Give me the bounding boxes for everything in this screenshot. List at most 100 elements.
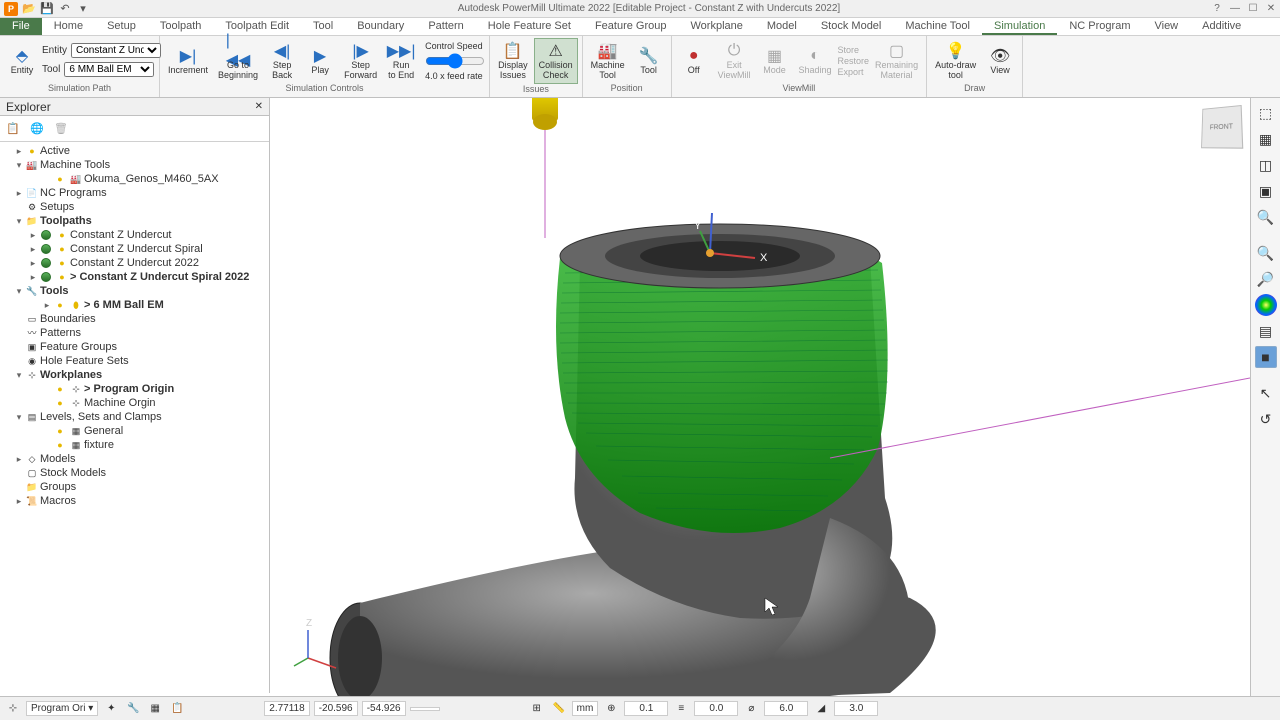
tab-workplane[interactable]: Workplane	[678, 18, 754, 35]
grid-icon[interactable]: ⊞	[528, 700, 546, 718]
node-stock[interactable]: Stock Models	[40, 466, 106, 480]
tab-nc-program[interactable]: NC Program	[1057, 18, 1142, 35]
maximize-button[interactable]: ☐	[1244, 0, 1262, 18]
auto-draw-tool-button[interactable]: 💡Auto-draw tool	[931, 39, 980, 83]
explorer-tab2[interactable]: 🌐	[28, 120, 46, 138]
explorer-tree[interactable]: ▸●Active ▾🏭Machine Tools ●🏭Okuma_Genos_M…	[0, 142, 269, 692]
thickness[interactable]: 0.0	[694, 701, 738, 716]
unit-combo[interactable]: mm	[572, 701, 599, 716]
workplane-combo[interactable]: Program Ori ▾	[26, 701, 98, 716]
tab-boundary[interactable]: Boundary	[345, 18, 416, 35]
node-wp2[interactable]: Machine Orgin	[84, 396, 156, 410]
node-fixture[interactable]: fixture	[84, 438, 114, 452]
tab-pattern[interactable]: Pattern	[416, 18, 475, 35]
tip-icon[interactable]: ◢	[812, 700, 830, 718]
ruler-icon[interactable]: 📏	[550, 700, 568, 718]
entity-button[interactable]: ⬘ Entity	[4, 44, 40, 78]
node-wp1[interactable]: > Program Origin	[84, 382, 174, 396]
node-okuma[interactable]: Okuma_Genos_M460_5AX	[84, 172, 219, 186]
node-machine-tools[interactable]: Machine Tools	[40, 158, 110, 172]
tab-model[interactable]: Model	[755, 18, 809, 35]
wireframe-icon[interactable]: ▤	[1255, 320, 1277, 342]
node-tp2[interactable]: Constant Z Undercut Spiral	[70, 242, 203, 256]
tol-icon[interactable]: ⊕	[602, 700, 620, 718]
tab-additive[interactable]: Additive	[1190, 18, 1253, 35]
node-fgroups[interactable]: Feature Groups	[40, 340, 117, 354]
top-view-icon[interactable]: ▦	[1255, 128, 1277, 150]
explorer-close-button[interactable]: ✕	[255, 101, 263, 112]
explorer-delete[interactable]: 🗑	[52, 120, 70, 138]
zoom-in-icon[interactable]: 🔍	[1255, 242, 1277, 264]
tab-file[interactable]: File	[0, 18, 42, 35]
undo-icon[interactable]: ↶	[58, 2, 72, 16]
tip-rad[interactable]: 3.0	[834, 701, 878, 716]
rainbow-shade-icon[interactable]	[1255, 294, 1277, 316]
node-toolpaths[interactable]: Toolpaths	[40, 214, 92, 228]
thk-icon[interactable]: ≡	[672, 700, 690, 718]
node-tp1[interactable]: Constant Z Undercut	[70, 228, 172, 242]
plain-shade-icon[interactable]: ■	[1255, 346, 1277, 368]
tolerance[interactable]: 0.1	[624, 701, 668, 716]
qat-dropdown-icon[interactable]: ▾	[76, 2, 90, 16]
node-patterns[interactable]: Patterns	[40, 326, 81, 340]
node-lsc[interactable]: Levels, Sets and Clamps	[40, 410, 162, 424]
rotate-icon[interactable]: ↺	[1255, 408, 1277, 430]
status-btn1[interactable]: ✦	[102, 700, 120, 718]
dia-icon[interactable]: ⌀	[742, 700, 760, 718]
node-tools[interactable]: Tools	[40, 284, 69, 298]
tab-simulation[interactable]: Simulation	[982, 18, 1057, 35]
tab-setup[interactable]: Setup	[95, 18, 148, 35]
node-tp4[interactable]: > Constant Z Undercut Spiral 2022	[70, 270, 249, 284]
node-tp3[interactable]: Constant Z Undercut 2022	[70, 256, 199, 270]
zoom-out-icon[interactable]: 🔎	[1255, 268, 1277, 290]
node-groups[interactable]: Groups	[40, 480, 76, 494]
increment-button[interactable]: ▶|Increment	[164, 44, 212, 78]
node-setups[interactable]: Setups	[40, 200, 74, 214]
tab-feature-group[interactable]: Feature Group	[583, 18, 679, 35]
tab-view[interactable]: View	[1142, 18, 1190, 35]
node-nc[interactable]: NC Programs	[40, 186, 107, 200]
step-back-button[interactable]: ◀|Step Back	[264, 39, 300, 83]
node-tool1[interactable]: > 6 MM Ball EM	[84, 298, 164, 312]
open-file-icon[interactable]: 📂	[22, 2, 36, 16]
node-workplanes[interactable]: Workplanes	[40, 368, 102, 382]
step-forward-button[interactable]: |▶Step Forward	[340, 39, 381, 83]
tab-toolpath[interactable]: Toolpath	[148, 18, 214, 35]
run-end-button[interactable]: ▶▶|Run to End	[383, 39, 419, 83]
workplane-icon[interactable]: ⊹	[4, 700, 22, 718]
explorer-tab1[interactable]: 📋	[4, 120, 22, 138]
viewport-3d[interactable]: X Y Z Z FRONT	[270, 98, 1250, 696]
collision-check-button[interactable]: ⚠Collision Check	[534, 38, 578, 84]
cursor-icon[interactable]: ↖	[1255, 382, 1277, 404]
machine-tool-button[interactable]: 🏭Machine Tool	[587, 39, 629, 83]
close-button[interactable]: ✕	[1262, 0, 1280, 18]
play-button[interactable]: ▶Play	[302, 44, 338, 78]
node-models[interactable]: Models	[40, 452, 75, 466]
viewmill-off-button[interactable]: ●Off	[676, 44, 712, 78]
status-btn2[interactable]: 🔧	[124, 700, 142, 718]
minimize-button[interactable]: —	[1226, 0, 1244, 18]
position-tool-button[interactable]: 🔧Tool	[631, 44, 667, 78]
tab-hole-feature-set[interactable]: Hole Feature Set	[476, 18, 583, 35]
status-btn3[interactable]: ▦	[146, 700, 164, 718]
tool-select[interactable]: 6 MM Ball EM	[64, 62, 154, 77]
tab-stock-model[interactable]: Stock Model	[809, 18, 894, 35]
front-view-icon[interactable]: ◫	[1255, 154, 1277, 176]
display-issues-button[interactable]: 📋Display Issues	[494, 39, 532, 83]
entity-select[interactable]: Constant Z Undercut Sp	[71, 43, 161, 58]
status-btn4[interactable]: 📋	[168, 700, 186, 718]
diameter[interactable]: 6.0	[764, 701, 808, 716]
node-active[interactable]: Active	[40, 144, 70, 158]
tab-machine-tool[interactable]: Machine Tool	[893, 18, 982, 35]
draw-view-button[interactable]: 👁View	[982, 44, 1018, 78]
block-view-icon[interactable]: ▣	[1255, 180, 1277, 202]
tab-tool[interactable]: Tool	[301, 18, 345, 35]
node-macros[interactable]: Macros	[40, 494, 76, 508]
save-icon[interactable]: 💾	[40, 2, 54, 16]
iso-view-icon[interactable]: ⬚	[1255, 102, 1277, 124]
node-general[interactable]: General	[84, 424, 123, 438]
view-cube[interactable]: FRONT	[1201, 105, 1243, 149]
node-hfs[interactable]: Hole Feature Sets	[40, 354, 129, 368]
zoom-fit-icon[interactable]: 🔍	[1255, 206, 1277, 228]
tab-home[interactable]: Home	[42, 18, 95, 35]
